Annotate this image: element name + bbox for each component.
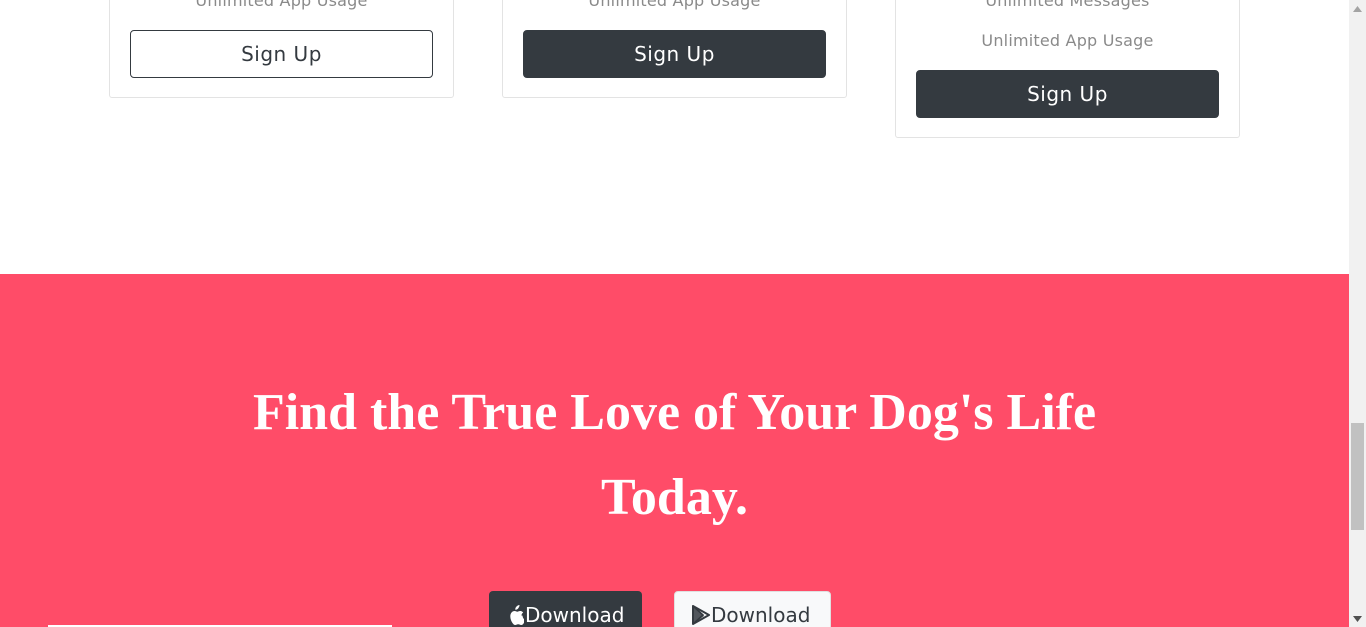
feature-text: Unlimited App Usage [195, 0, 368, 10]
download-cta-section: Find the True Love of Your Dog's Life To… [0, 274, 1349, 627]
scrollbar-thumb[interactable] [1351, 423, 1364, 530]
pricing-card-1: Unlimited App Usage Sign Up [109, 0, 454, 98]
vertical-scrollbar[interactable] [1349, 0, 1366, 627]
sign-up-button[interactable]: Sign Up [130, 30, 433, 78]
feature-text: Unlimited Messages [985, 0, 1150, 10]
feature-text: Unlimited App Usage [588, 0, 761, 10]
cta-heading: Find the True Love of Your Dog's Life To… [252, 384, 1097, 526]
google-play-icon [692, 605, 710, 625]
apple-download-label: Download [525, 603, 625, 627]
apple-icon [506, 605, 524, 625]
scroll-up-arrow-icon[interactable] [1349, 0, 1366, 17]
sign-up-button[interactable]: Sign Up [916, 70, 1219, 118]
google-play-download-button[interactable]: Download [674, 591, 831, 627]
app-store-download-button[interactable]: Download [489, 591, 642, 627]
feature-text: Unlimited App Usage [981, 31, 1154, 50]
sign-up-button[interactable]: Sign Up [523, 30, 826, 78]
pricing-card-2: Unlimited App Usage Sign Up [502, 0, 847, 98]
page: Unlimited App Usage Sign Up Unlimited Ap… [0, 0, 1349, 627]
pricing-card-3: Unlimited Messages Unlimited App Usage S… [895, 0, 1240, 138]
play-download-label: Download [711, 603, 811, 627]
scroll-down-arrow-icon[interactable] [1349, 610, 1366, 627]
